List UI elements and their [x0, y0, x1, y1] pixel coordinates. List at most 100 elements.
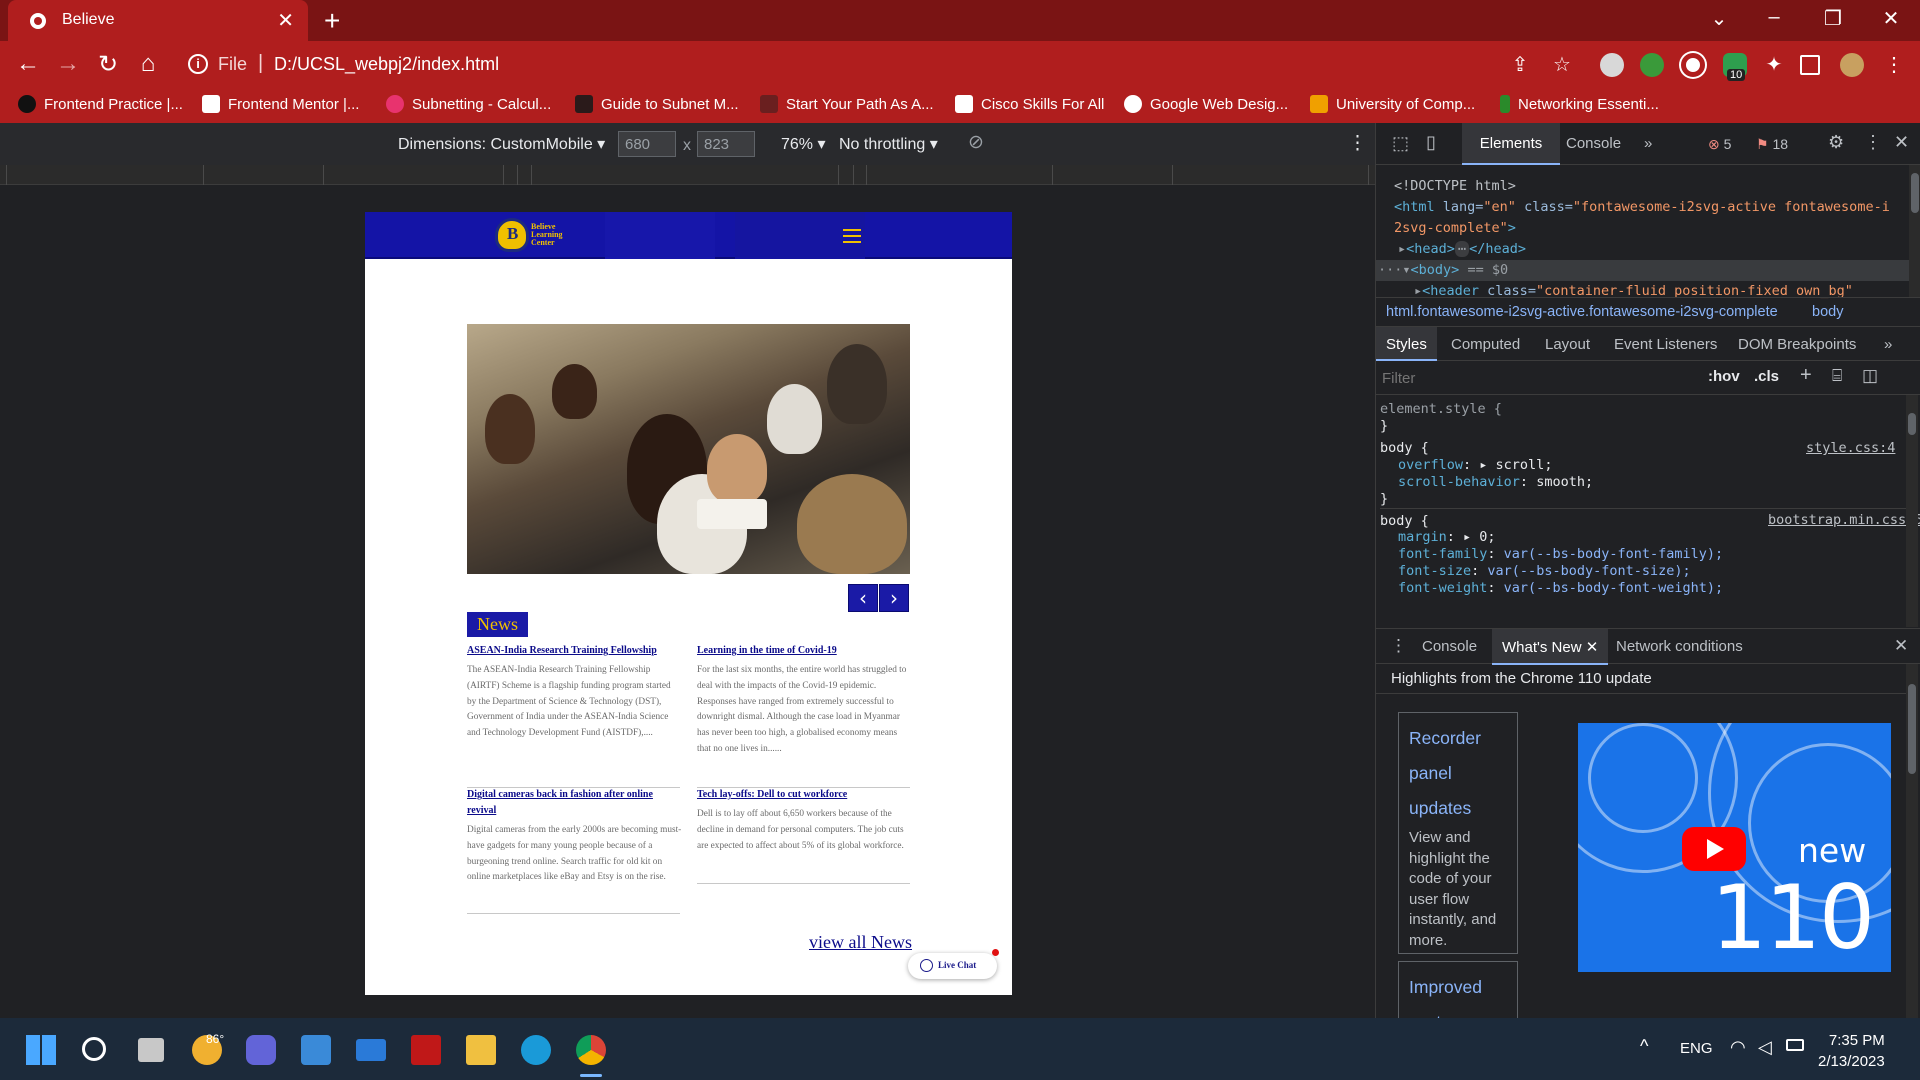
- dimensions-select[interactable]: Dimensions: CustomMobile ▾: [398, 134, 605, 154]
- throttling-select[interactable]: No throttling ▾: [839, 134, 938, 154]
- menu-kebab-icon[interactable]: ⋮: [1878, 52, 1910, 77]
- chrome-icon[interactable]: [576, 1035, 606, 1065]
- rotate-icon[interactable]: ⊘: [968, 131, 984, 154]
- device-toggle-icon[interactable]: ▯: [1426, 132, 1436, 153]
- carousel-next-button[interactable]: ›: [879, 584, 909, 612]
- browser-tab[interactable]: Believe ✕: [8, 0, 308, 41]
- bookmark-item[interactable]: Subnetting - Calcul...: [386, 95, 551, 113]
- zoom-select[interactable]: 76% ▾: [781, 134, 826, 154]
- back-arrow-icon[interactable]: ←: [12, 50, 44, 78]
- whats-new-scrollbar[interactable]: [1906, 664, 1918, 1018]
- width-input[interactable]: 680: [618, 131, 676, 157]
- close-tab-icon[interactable]: ✕: [1586, 639, 1599, 656]
- extensions-puzzle-icon[interactable]: ✦: [1758, 52, 1790, 77]
- volume-icon[interactable]: ◁: [1758, 1037, 1772, 1058]
- expand-triangle-icon[interactable]: ▸: [1398, 241, 1406, 257]
- styles-filter-input[interactable]: [1382, 365, 1682, 391]
- close-devtools-icon[interactable]: ✕: [1894, 132, 1909, 153]
- start-windows-icon[interactable]: [26, 1035, 56, 1065]
- download-extension-icon[interactable]: [1600, 53, 1624, 77]
- tab-search-chevron-icon[interactable]: ⌄: [1696, 6, 1742, 31]
- tab-computed[interactable]: Computed: [1451, 336, 1520, 353]
- close-drawer-icon[interactable]: ✕: [1894, 636, 1908, 656]
- battery-icon[interactable]: [1786, 1039, 1804, 1051]
- url-text[interactable]: D:/UCSL_webpj2/index.html: [274, 54, 499, 75]
- store-icon[interactable]: [301, 1035, 331, 1065]
- styles-scrollbar[interactable]: [1906, 395, 1918, 627]
- device-options-icon[interactable]: ⋮: [1348, 132, 1367, 155]
- css-declaration[interactable]: font-weight: var(--bs-body-font-weight);: [1398, 580, 1723, 597]
- bookmark-item[interactable]: Guide to Subnet M...: [575, 95, 739, 113]
- bookmark-item[interactable]: Google Web Desig...: [1124, 95, 1288, 113]
- home-icon[interactable]: ⌂: [132, 50, 164, 78]
- hov-toggle[interactable]: :hov: [1708, 368, 1740, 385]
- play-button-icon[interactable]: [1682, 827, 1746, 871]
- feature-card[interactable]: Recorder panel updates View and highligh…: [1398, 712, 1518, 954]
- css-declaration[interactable]: overflow: ▸ scroll;: [1398, 457, 1552, 474]
- site-info-icon[interactable]: i: [188, 54, 208, 74]
- cls-toggle[interactable]: .cls: [1754, 368, 1779, 385]
- drawer-tab-whats-new[interactable]: What's New ✕: [1492, 629, 1609, 665]
- breadcrumb-html[interactable]: html.fontawesome-i2svg-active.fontawesom…: [1386, 304, 1778, 320]
- bookmark-item[interactable]: University of Comp...: [1310, 95, 1475, 113]
- carousel-prev-button[interactable]: ‹: [848, 584, 878, 612]
- news-card-title[interactable]: Digital cameras back in fashion after on…: [467, 787, 682, 819]
- devtools-menu-icon[interactable]: ⋮: [1864, 132, 1882, 153]
- drawer-menu-icon[interactable]: ⋮: [1390, 636, 1407, 656]
- app-icon[interactable]: [411, 1035, 441, 1065]
- close-window-button[interactable]: ✕: [1868, 6, 1914, 31]
- news-card-title[interactable]: ASEAN-India Research Training Fellowship: [467, 643, 682, 659]
- dom-scrollbar[interactable]: [1909, 165, 1920, 297]
- drawer-tab-network-conditions[interactable]: Network conditions: [1616, 638, 1743, 655]
- tab-layout[interactable]: Layout: [1545, 336, 1590, 353]
- system-clock[interactable]: 7:35 PM 2/13/2023: [1818, 1030, 1885, 1072]
- dom-head-node[interactable]: ▸<head> ⋯ </head>: [1398, 239, 1526, 260]
- task-view-icon[interactable]: [138, 1038, 164, 1062]
- restore-button[interactable]: ❐: [1810, 6, 1856, 31]
- news-card-title[interactable]: Tech lay-offs: Dell to cut workforce: [697, 787, 912, 803]
- tab-elements[interactable]: Elements: [1462, 123, 1560, 165]
- language-indicator[interactable]: ENG: [1680, 1040, 1713, 1057]
- bookmark-star-icon[interactable]: ☆: [1546, 52, 1578, 77]
- grammar-extension-icon[interactable]: [1681, 53, 1705, 77]
- edge-icon[interactable]: [521, 1035, 551, 1065]
- close-tab-icon[interactable]: ✕: [277, 8, 294, 33]
- address-bar[interactable]: i File | D:/UCSL_webpj2/index.html: [176, 46, 1576, 84]
- dom-body-node[interactable]: ···▾<body> == $0: [1376, 260, 1909, 281]
- dom-html-node[interactable]: <html lang="en" class="fontawesome-i2svg…: [1394, 197, 1890, 218]
- profile-avatar[interactable]: [1840, 53, 1864, 77]
- search-icon[interactable]: [82, 1037, 106, 1061]
- news-card-title[interactable]: Learning in the time of Covid-19: [697, 643, 912, 659]
- bookmark-item[interactable]: Cisco Skills For All: [955, 95, 1104, 113]
- new-tab-button[interactable]: +: [324, 5, 340, 37]
- tab-event-listeners[interactable]: Event Listeners: [1614, 336, 1717, 353]
- errors-counter[interactable]: ⊗ 5: [1708, 136, 1731, 153]
- rule-source-link[interactable]: style.css:4: [1806, 440, 1895, 457]
- toggle-sidebar-icon[interactable]: ◫: [1862, 366, 1878, 386]
- share-icon[interactable]: ⇪: [1504, 52, 1536, 77]
- live-chat-button[interactable]: Live Chat: [908, 949, 999, 979]
- breadcrumb-body[interactable]: body: [1812, 304, 1843, 320]
- show-hidden-icons-chevron-icon[interactable]: ^: [1640, 1036, 1648, 1057]
- minimize-button[interactable]: –: [1751, 6, 1797, 29]
- earth-extension-icon[interactable]: [1640, 53, 1664, 77]
- side-panel-icon[interactable]: [1800, 55, 1820, 75]
- rule-source-link[interactable]: bootstrap.min.css:6: [1768, 512, 1920, 529]
- wifi-icon[interactable]: ◠: [1730, 1037, 1746, 1058]
- dom-doctype[interactable]: <!DOCTYPE html>: [1394, 176, 1516, 197]
- element-style-rule[interactable]: element.style {: [1380, 401, 1502, 418]
- more-tabs-icon[interactable]: »: [1644, 135, 1652, 152]
- mail-icon[interactable]: [356, 1039, 386, 1061]
- more-subtabs-icon[interactable]: »: [1884, 336, 1892, 353]
- view-all-news-link[interactable]: view all News: [809, 932, 912, 953]
- rule-selector[interactable]: body {: [1380, 440, 1429, 457]
- site-logo[interactable]: [495, 218, 529, 252]
- collapse-triangle-icon[interactable]: ▾: [1402, 262, 1410, 278]
- issues-counter[interactable]: ⚑ 18: [1756, 136, 1788, 153]
- bookmark-item[interactable]: Networking Essenti...: [1500, 95, 1659, 113]
- css-declaration[interactable]: font-size: var(--bs-body-font-size);: [1398, 563, 1691, 580]
- tab-dom-breakpoints[interactable]: DOM Breakpoints: [1738, 336, 1856, 353]
- reload-icon[interactable]: ↻: [92, 50, 124, 79]
- bookmark-item[interactable]: Frontend Mentor |...: [202, 95, 359, 113]
- add-rule-icon[interactable]: +: [1800, 364, 1812, 387]
